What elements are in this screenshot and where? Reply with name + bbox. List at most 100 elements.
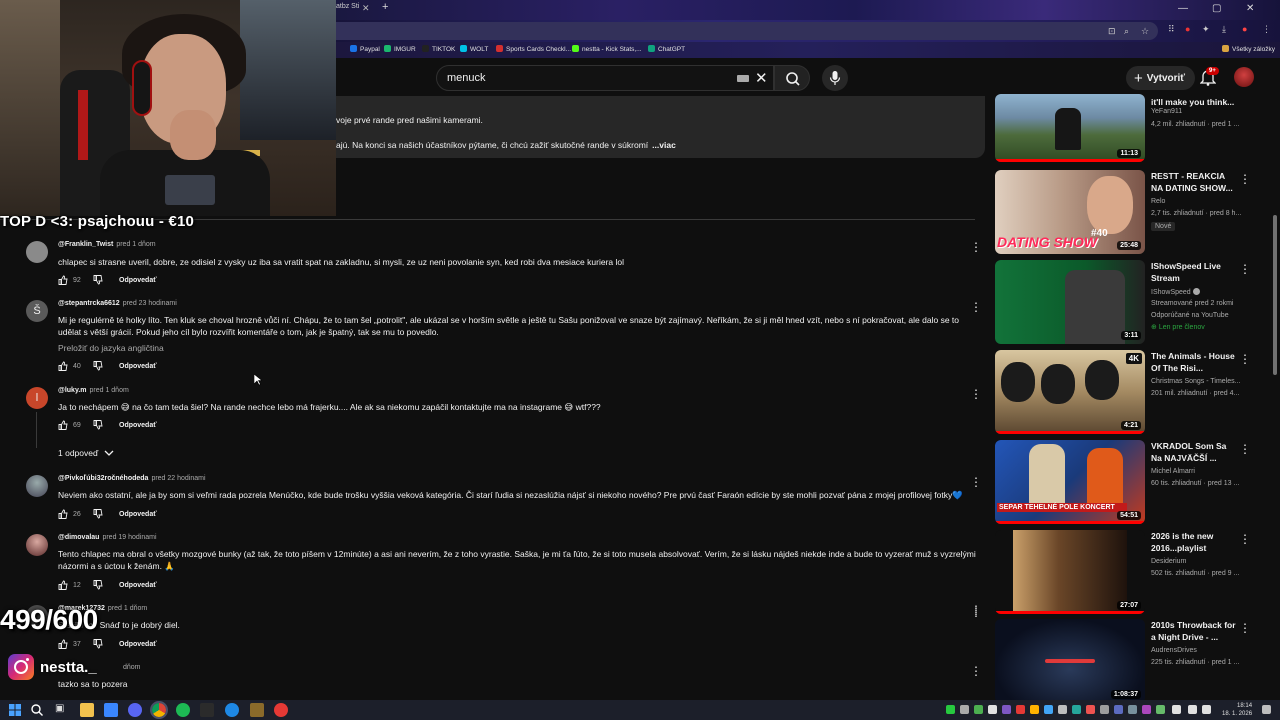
browser-menu-icon[interactable]: ⋮ bbox=[1262, 24, 1271, 35]
tray-icon[interactable] bbox=[1128, 705, 1137, 714]
zoom-icon[interactable]: ⌕ bbox=[1124, 26, 1129, 37]
notifications-center-icon[interactable] bbox=[1262, 705, 1271, 714]
tray-icon[interactable] bbox=[1086, 705, 1095, 714]
like-icon[interactable] bbox=[58, 361, 68, 371]
downloads-icon[interactable]: ⤓ bbox=[1222, 24, 1226, 35]
extension-icon[interactable]: ⠿ bbox=[1168, 24, 1175, 35]
taskbar-clock[interactable]: 18:14 18. 1. 2026 bbox=[1222, 702, 1252, 718]
bookmark-imgur[interactable]: IMGUR bbox=[384, 45, 416, 53]
like-icon[interactable] bbox=[58, 580, 68, 590]
recommendation-menu-icon[interactable]: ⋮ bbox=[1239, 262, 1251, 276]
dislike-icon[interactable] bbox=[93, 580, 103, 590]
recommendation-menu-icon[interactable]: ⋮ bbox=[1239, 621, 1251, 635]
obs-icon[interactable] bbox=[200, 703, 214, 717]
recommendation-channel[interactable]: IShowSpeed bbox=[1151, 288, 1200, 296]
app-icon-red[interactable] bbox=[274, 703, 288, 717]
recommendation-thumbnail[interactable]: SEPAR TEHELNÉ POLE KONCERT 54:51 bbox=[995, 440, 1145, 524]
recommendation-item[interactable]: DATING SHOW #40 25:48 RESTT - REAKCIA NA… bbox=[995, 170, 1280, 256]
puzzle-icon[interactable]: ✦ bbox=[1202, 24, 1210, 35]
recommendation-channel[interactable]: Michel Almarri bbox=[1151, 468, 1195, 475]
dislike-icon[interactable] bbox=[93, 509, 103, 519]
page-scrollbar-thumb[interactable] bbox=[1273, 215, 1277, 375]
show-replies-button[interactable]: 1 odpoveď bbox=[58, 448, 114, 458]
reply-button[interactable]: Odpovedať bbox=[119, 277, 157, 284]
account-avatar[interactable] bbox=[1234, 67, 1254, 87]
recommendation-title[interactable]: RESTT - REAKCIA NA DATING SHOW... bbox=[1151, 170, 1237, 194]
file-explorer-icon[interactable] bbox=[80, 703, 94, 717]
tray-icon[interactable] bbox=[1072, 705, 1081, 714]
dislike-icon[interactable] bbox=[93, 420, 103, 430]
bookmark-star-icon[interactable]: ☆ bbox=[1141, 26, 1149, 37]
reply-button[interactable]: Odpovedať bbox=[119, 582, 157, 589]
comment-menu-icon[interactable]: ⋮ bbox=[970, 605, 982, 619]
avatar[interactable]: Š bbox=[26, 300, 48, 322]
recommendation-title[interactable]: The Animals - House Of The Risi... bbox=[1151, 350, 1237, 374]
recommendation-thumbnail[interactable]: 27:07 bbox=[995, 530, 1145, 614]
recommendation-thumbnail[interactable]: 1:08:37 bbox=[995, 619, 1145, 703]
tray-icon[interactable] bbox=[1156, 705, 1165, 714]
clear-search-icon[interactable]: ✕ bbox=[755, 69, 768, 87]
bookmark-kick-stats[interactable]: nestta - Kick Stats,... bbox=[572, 45, 642, 53]
comment-author[interactable]: @Pivkoľúbi32ročnéhodeda pred 22 hodinami bbox=[58, 475, 206, 482]
comment-menu-icon[interactable]: ⋮ bbox=[970, 387, 982, 401]
search-taskbar-icon[interactable] bbox=[30, 703, 44, 717]
avatar[interactable] bbox=[26, 534, 48, 556]
recommendation-menu-icon[interactable]: ⋮ bbox=[1239, 532, 1251, 546]
app-icon-blue[interactable] bbox=[225, 703, 239, 717]
recommendation-item[interactable]: 11:13 it'll make you think... YeFan911 4… bbox=[995, 94, 1280, 164]
avatar[interactable] bbox=[26, 241, 48, 263]
search-query[interactable]: menuck bbox=[447, 72, 486, 84]
recommendation-thumbnail[interactable]: 3:11 bbox=[995, 260, 1145, 344]
comment-menu-icon[interactable]: ⋮ bbox=[970, 240, 982, 254]
video-description[interactable]: voje prvé rande pred našimi kamerami. aj… bbox=[336, 96, 985, 158]
close-window-icon[interactable]: ✕ bbox=[1246, 3, 1254, 14]
comment-author[interactable]: @dimovalau pred 19 hodinami bbox=[58, 534, 157, 541]
tray-icon[interactable] bbox=[988, 705, 997, 714]
recommendation-item[interactable]: 3:11 IShowSpeed Live Stream IShowSpeed S… bbox=[995, 260, 1280, 346]
recommendation-channel[interactable]: Relo bbox=[1151, 198, 1165, 205]
chrome-icon[interactable] bbox=[150, 701, 168, 719]
task-view-icon[interactable]: ▣ bbox=[55, 703, 69, 717]
comment-author[interactable]: dňom bbox=[120, 664, 141, 671]
profile-icon[interactable]: ● bbox=[1242, 24, 1247, 34]
dislike-icon[interactable] bbox=[93, 639, 103, 649]
comment-author[interactable]: @stepantrcka6612 pred 23 hodinami bbox=[58, 300, 177, 307]
tray-icon[interactable] bbox=[960, 705, 969, 714]
reply-button[interactable]: Odpovedať bbox=[119, 641, 157, 648]
recommendation-thumbnail[interactable]: DATING SHOW #40 25:48 bbox=[995, 170, 1145, 254]
store-icon[interactable] bbox=[104, 703, 118, 717]
recommendation-title[interactable]: 2026 is the new 2016...playlist bbox=[1151, 530, 1237, 554]
translate-link[interactable]: Preložiť do jazyka angličtina bbox=[58, 343, 164, 353]
recommendation-menu-icon[interactable]: ⋮ bbox=[1239, 442, 1251, 456]
close-tab-icon[interactable]: ✕ bbox=[362, 3, 370, 14]
recommendation-channel[interactable]: AudrensDrives bbox=[1151, 647, 1197, 654]
battery-icon[interactable] bbox=[1202, 705, 1211, 714]
reply-button[interactable]: Odpovedať bbox=[119, 422, 157, 429]
all-bookmarks[interactable]: Všetky záložky bbox=[1222, 45, 1275, 53]
tray-icon[interactable] bbox=[1058, 705, 1067, 714]
voice-search-button[interactable] bbox=[822, 65, 848, 91]
volume-icon[interactable] bbox=[1188, 705, 1197, 714]
search-button[interactable] bbox=[774, 65, 810, 91]
comment-author[interactable]: @Franklin_Twist pred 1 dňom bbox=[58, 241, 156, 248]
avatar[interactable]: l bbox=[26, 387, 48, 409]
recommendation-item[interactable]: 1:08:37 2010s Throwback for a Night Driv… bbox=[995, 619, 1280, 705]
recommendation-menu-icon[interactable]: ⋮ bbox=[1239, 352, 1251, 366]
show-more-link[interactable]: ...viac bbox=[652, 140, 676, 150]
spotify-icon[interactable] bbox=[176, 703, 190, 717]
recommendation-thumbnail[interactable]: 11:13 bbox=[995, 94, 1145, 162]
bookmark-tiktok[interactable]: TIKTOK bbox=[422, 45, 455, 53]
recommendation-title[interactable]: VKRADOL Som Sa Na NAJVÄČŠÍ ... bbox=[1151, 440, 1237, 464]
wifi-icon[interactable] bbox=[1172, 705, 1181, 714]
tray-icon[interactable] bbox=[1002, 705, 1011, 714]
bookmark-wolt[interactable]: WOLT bbox=[460, 45, 488, 53]
record-icon[interactable]: ● bbox=[1185, 24, 1190, 34]
tray-icon[interactable] bbox=[1142, 705, 1151, 714]
avatar[interactable] bbox=[26, 475, 48, 497]
recommendation-thumbnail[interactable]: 4K 4:21 bbox=[995, 350, 1145, 434]
comment-menu-icon[interactable]: ⋮ bbox=[970, 664, 982, 678]
dislike-icon[interactable] bbox=[93, 275, 103, 285]
recommendation-title[interactable]: it'll make you think... bbox=[1151, 96, 1237, 108]
windows-start-icon[interactable] bbox=[8, 703, 22, 717]
recommendation-item[interactable]: 27:07 2026 is the new 2016...playlist De… bbox=[995, 530, 1280, 616]
